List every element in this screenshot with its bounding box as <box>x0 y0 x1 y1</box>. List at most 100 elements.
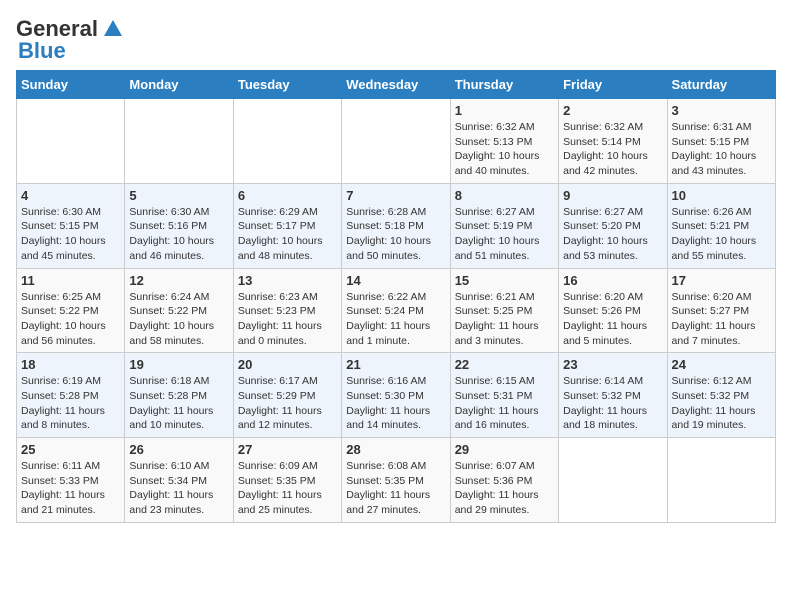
day-number: 26 <box>129 442 228 457</box>
day-detail: Sunrise: 6:21 AMSunset: 5:25 PMDaylight:… <box>455 290 554 349</box>
day-number: 16 <box>563 273 662 288</box>
calendar-cell <box>17 99 125 184</box>
day-number: 27 <box>238 442 337 457</box>
calendar-cell: 13 Sunrise: 6:23 AMSunset: 5:23 PMDayligh… <box>233 268 341 353</box>
header-cell-friday: Friday <box>559 71 667 99</box>
calendar-cell: 9Sunrise: 6:27 AMSunset: 5:20 PMDaylight… <box>559 183 667 268</box>
day-number: 8 <box>455 188 554 203</box>
calendar-cell: 6 Sunrise: 6:29 AMSunset: 5:17 PMDaylight… <box>233 183 341 268</box>
header-cell-wednesday: Wednesday <box>342 71 450 99</box>
day-detail: Sunrise: 6:30 AMSunset: 5:15 PMDaylight:… <box>21 205 120 264</box>
calendar-cell: 29 Sunrise: 6:07 AMSunset: 5:36 PMDayligh… <box>450 438 558 523</box>
day-number: 28 <box>346 442 445 457</box>
day-detail: Sunrise: 6:20 AMSunset: 5:27 PMDaylight:… <box>672 290 771 349</box>
day-detail: Sunrise: 6:32 AMSunset: 5:14 PMDaylight:… <box>563 120 662 179</box>
day-detail: Sunrise: 6:23 AMSunset: 5:23 PMDaylight:… <box>238 290 337 349</box>
day-number: 2 <box>563 103 662 118</box>
day-number: 22 <box>455 357 554 372</box>
calendar-cell <box>342 99 450 184</box>
day-number: 21 <box>346 357 445 372</box>
calendar-cell: 19 Sunrise: 6:18 AMSunset: 5:28 PMDayligh… <box>125 353 233 438</box>
day-number: 9 <box>563 188 662 203</box>
day-detail: Sunrise: 6:12 AMSunset: 5:32 PMDaylight:… <box>672 374 771 433</box>
day-detail: Sunrise: 6:10 AMSunset: 5:34 PMDaylight:… <box>129 459 228 518</box>
calendar-cell: 21 Sunrise: 6:16 AMSunset: 5:30 PMDayligh… <box>342 353 450 438</box>
calendar-cell: 4 Sunrise: 6:30 AMSunset: 5:15 PMDaylight… <box>17 183 125 268</box>
calendar-cell: 16Sunrise: 6:20 AMSunset: 5:26 PMDayligh… <box>559 268 667 353</box>
header-cell-thursday: Thursday <box>450 71 558 99</box>
header-cell-sunday: Sunday <box>17 71 125 99</box>
day-detail: Sunrise: 6:31 AMSunset: 5:15 PMDaylight:… <box>672 120 771 179</box>
day-number: 29 <box>455 442 554 457</box>
calendar-cell: 18 Sunrise: 6:19 AMSunset: 5:28 PMDayligh… <box>17 353 125 438</box>
calendar-row-1: 4 Sunrise: 6:30 AMSunset: 5:15 PMDaylight… <box>17 183 776 268</box>
day-number: 5 <box>129 188 228 203</box>
logo-icon <box>102 18 124 40</box>
day-detail: Sunrise: 6:11 AMSunset: 5:33 PMDaylight:… <box>21 459 120 518</box>
day-detail: Sunrise: 6:26 AMSunset: 5:21 PMDaylight:… <box>672 205 771 264</box>
calendar-cell: 3 Sunrise: 6:31 AMSunset: 5:15 PMDaylight… <box>667 99 775 184</box>
day-detail: Sunrise: 6:17 AMSunset: 5:29 PMDaylight:… <box>238 374 337 433</box>
day-number: 20 <box>238 357 337 372</box>
calendar-cell: 8 Sunrise: 6:27 AMSunset: 5:19 PMDaylight… <box>450 183 558 268</box>
calendar-cell: 7Sunrise: 6:28 AMSunset: 5:18 PMDaylight… <box>342 183 450 268</box>
day-detail: Sunrise: 6:32 AMSunset: 5:13 PMDaylight:… <box>455 120 554 179</box>
day-detail: Sunrise: 6:18 AMSunset: 5:28 PMDaylight:… <box>129 374 228 433</box>
day-number: 14 <box>346 273 445 288</box>
header-cell-tuesday: Tuesday <box>233 71 341 99</box>
calendar-cell: 20 Sunrise: 6:17 AMSunset: 5:29 PMDayligh… <box>233 353 341 438</box>
day-number: 7 <box>346 188 445 203</box>
day-number: 23 <box>563 357 662 372</box>
day-number: 3 <box>672 103 771 118</box>
calendar-cell <box>125 99 233 184</box>
calendar-table: SundayMondayTuesdayWednesdayThursdayFrid… <box>16 70 776 523</box>
day-detail: Sunrise: 6:29 AMSunset: 5:17 PMDaylight:… <box>238 205 337 264</box>
calendar-cell: 27 Sunrise: 6:09 AMSunset: 5:35 PMDayligh… <box>233 438 341 523</box>
calendar-header-row: SundayMondayTuesdayWednesdayThursdayFrid… <box>17 71 776 99</box>
day-detail: Sunrise: 6:16 AMSunset: 5:30 PMDaylight:… <box>346 374 445 433</box>
day-number: 19 <box>129 357 228 372</box>
day-number: 10 <box>672 188 771 203</box>
calendar-row-2: 11 Sunrise: 6:25 AMSunset: 5:22 PMDayligh… <box>17 268 776 353</box>
day-number: 12 <box>129 273 228 288</box>
calendar-cell: 24 Sunrise: 6:12 AMSunset: 5:32 PMDayligh… <box>667 353 775 438</box>
day-number: 4 <box>21 188 120 203</box>
calendar-cell: 1 Sunrise: 6:32 AMSunset: 5:13 PMDaylight… <box>450 99 558 184</box>
day-detail: Sunrise: 6:09 AMSunset: 5:35 PMDaylight:… <box>238 459 337 518</box>
day-number: 11 <box>21 273 120 288</box>
calendar-cell <box>667 438 775 523</box>
day-number: 18 <box>21 357 120 372</box>
header-cell-saturday: Saturday <box>667 71 775 99</box>
calendar-cell: 28Sunrise: 6:08 AMSunset: 5:35 PMDayligh… <box>342 438 450 523</box>
calendar-cell: 2 Sunrise: 6:32 AMSunset: 5:14 PMDaylight… <box>559 99 667 184</box>
day-detail: Sunrise: 6:27 AMSunset: 5:19 PMDaylight:… <box>455 205 554 264</box>
day-number: 1 <box>455 103 554 118</box>
day-detail: Sunrise: 6:22 AMSunset: 5:24 PMDaylight:… <box>346 290 445 349</box>
calendar-cell: 23 Sunrise: 6:14 AMSunset: 5:32 PMDayligh… <box>559 353 667 438</box>
header-cell-monday: Monday <box>125 71 233 99</box>
day-number: 13 <box>238 273 337 288</box>
day-detail: Sunrise: 6:25 AMSunset: 5:22 PMDaylight:… <box>21 290 120 349</box>
day-detail: Sunrise: 6:14 AMSunset: 5:32 PMDaylight:… <box>563 374 662 433</box>
calendar-cell: 25 Sunrise: 6:11 AMSunset: 5:33 PMDayligh… <box>17 438 125 523</box>
day-number: 15 <box>455 273 554 288</box>
calendar-cell: 11 Sunrise: 6:25 AMSunset: 5:22 PMDayligh… <box>17 268 125 353</box>
calendar-cell: 15 Sunrise: 6:21 AMSunset: 5:25 PMDayligh… <box>450 268 558 353</box>
calendar-cell: 5 Sunrise: 6:30 AMSunset: 5:16 PMDaylight… <box>125 183 233 268</box>
day-number: 24 <box>672 357 771 372</box>
calendar-cell: 22Sunrise: 6:15 AMSunset: 5:31 PMDayligh… <box>450 353 558 438</box>
calendar-row-3: 18 Sunrise: 6:19 AMSunset: 5:28 PMDayligh… <box>17 353 776 438</box>
day-detail: Sunrise: 6:07 AMSunset: 5:36 PMDaylight:… <box>455 459 554 518</box>
day-number: 17 <box>672 273 771 288</box>
calendar-cell <box>233 99 341 184</box>
day-detail: Sunrise: 6:24 AMSunset: 5:22 PMDaylight:… <box>129 290 228 349</box>
calendar-cell: 14 Sunrise: 6:22 AMSunset: 5:24 PMDayligh… <box>342 268 450 353</box>
day-detail: Sunrise: 6:19 AMSunset: 5:28 PMDaylight:… <box>21 374 120 433</box>
calendar-cell: 26 Sunrise: 6:10 AMSunset: 5:34 PMDayligh… <box>125 438 233 523</box>
calendar-cell: 12 Sunrise: 6:24 AMSunset: 5:22 PMDayligh… <box>125 268 233 353</box>
header: General Blue <box>16 16 776 64</box>
logo: General Blue <box>16 16 124 64</box>
day-number: 25 <box>21 442 120 457</box>
day-detail: Sunrise: 6:30 AMSunset: 5:16 PMDaylight:… <box>129 205 228 264</box>
day-number: 6 <box>238 188 337 203</box>
